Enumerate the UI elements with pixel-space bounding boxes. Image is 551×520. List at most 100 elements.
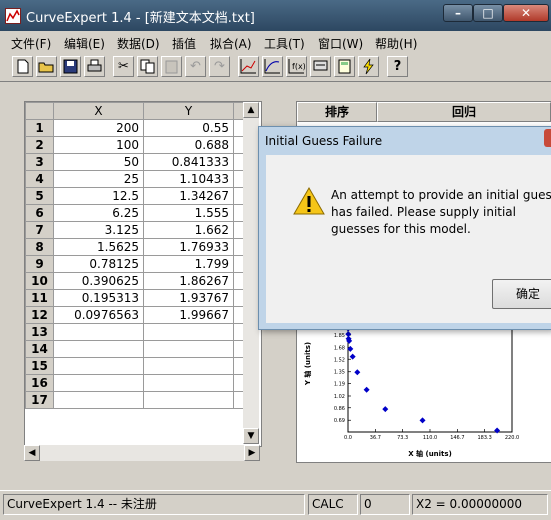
- cell-y[interactable]: 1.34267: [143, 187, 234, 205]
- table-row[interactable]: 6 6.25 1.555: [25, 204, 248, 222]
- row-header[interactable]: 9: [25, 255, 54, 273]
- settings-plot-icon[interactable]: [310, 56, 331, 77]
- title-bar[interactable]: CurveExpert 1.4 - [新建文本文档.txt] – □ ✕: [0, 0, 551, 31]
- cell-y[interactable]: 0.55: [143, 119, 234, 137]
- cell-x[interactable]: 0.0976563: [53, 306, 144, 324]
- row-header[interactable]: 17: [25, 391, 54, 409]
- cell-x[interactable]: 25: [53, 170, 144, 188]
- row-header[interactable]: 7: [25, 221, 54, 239]
- column-header-x[interactable]: X: [53, 102, 144, 120]
- row-header[interactable]: 10: [25, 272, 54, 290]
- table-row[interactable]: 14: [25, 340, 248, 358]
- cell-x[interactable]: 200: [53, 119, 144, 137]
- table-row[interactable]: 17: [25, 391, 248, 409]
- table-row[interactable]: 13: [25, 323, 248, 341]
- cell-y[interactable]: 0.841333: [143, 153, 234, 171]
- calculator-icon[interactable]: [334, 56, 355, 77]
- cut-icon[interactable]: ✂: [113, 56, 134, 77]
- row-header[interactable]: 6: [25, 204, 54, 222]
- row-header[interactable]: 3: [25, 153, 54, 171]
- row-header[interactable]: 11: [25, 289, 54, 307]
- print-icon[interactable]: [84, 56, 105, 77]
- table-row[interactable]: 16: [25, 374, 248, 392]
- table-row[interactable]: 3 50 0.841333: [25, 153, 248, 171]
- dialog-close-button[interactable]: [544, 129, 551, 147]
- cell-y[interactable]: 1.86267: [143, 272, 234, 290]
- menu-file[interactable]: 文件(F): [11, 35, 51, 52]
- row-header[interactable]: 13: [25, 323, 54, 341]
- maximize-button[interactable]: □: [473, 4, 503, 22]
- table-row[interactable]: 8 1.5625 1.76933: [25, 238, 248, 256]
- menu-interpolate[interactable]: 插值: [172, 35, 196, 52]
- minimize-button[interactable]: –: [443, 4, 473, 22]
- cell-x[interactable]: 6.25: [53, 204, 144, 222]
- data-grid[interactable]: X Y 1 200 0.55 2 100 0.688 3 50 0.841333 4 25 1.104…: [24, 101, 262, 447]
- cell-x[interactable]: 0.390625: [53, 272, 144, 290]
- cell-x[interactable]: 12.5: [53, 187, 144, 205]
- cell-y[interactable]: [143, 374, 234, 392]
- menu-window[interactable]: 窗口(W): [318, 35, 363, 52]
- cell-x[interactable]: [53, 391, 144, 409]
- ok-button[interactable]: 确定: [492, 279, 551, 309]
- cell-x[interactable]: [53, 323, 144, 341]
- cell-y[interactable]: 1.799: [143, 255, 234, 273]
- row-header[interactable]: 4: [25, 170, 54, 188]
- table-row[interactable]: 11 0.195313 1.93767: [25, 289, 248, 307]
- copy-icon[interactable]: [137, 56, 158, 77]
- cell-y[interactable]: 1.93767: [143, 289, 234, 307]
- scroll-down-icon[interactable]: ▼: [243, 428, 259, 444]
- help-icon[interactable]: ?: [387, 56, 408, 77]
- row-header[interactable]: 16: [25, 374, 54, 392]
- menu-data[interactable]: 数据(D): [117, 35, 160, 52]
- vertical-scrollbar[interactable]: ▲ ▼: [243, 102, 259, 444]
- curve-plot-icon[interactable]: [262, 56, 283, 77]
- column-header-regression[interactable]: 回归: [377, 102, 551, 122]
- redo-icon[interactable]: ↷: [209, 56, 230, 77]
- cell-y[interactable]: 1.662: [143, 221, 234, 239]
- cell-x[interactable]: 100: [53, 136, 144, 154]
- cell-y[interactable]: 1.555: [143, 204, 234, 222]
- scroll-right-icon[interactable]: ▶: [244, 445, 260, 461]
- scroll-up-icon[interactable]: ▲: [243, 102, 259, 118]
- menu-tools[interactable]: 工具(T): [264, 35, 305, 52]
- cell-y[interactable]: [143, 391, 234, 409]
- table-row[interactable]: 5 12.5 1.34267: [25, 187, 248, 205]
- table-row[interactable]: 12 0.0976563 1.99667: [25, 306, 248, 324]
- table-row[interactable]: 1 200 0.55: [25, 119, 248, 137]
- lightning-icon[interactable]: [358, 56, 379, 77]
- table-row[interactable]: 9 0.78125 1.799: [25, 255, 248, 273]
- scroll-left-icon[interactable]: ◀: [24, 445, 40, 461]
- cell-y[interactable]: 1.10433: [143, 170, 234, 188]
- cell-x[interactable]: 1.5625: [53, 238, 144, 256]
- table-row[interactable]: 4 25 1.10433: [25, 170, 248, 188]
- column-header-y[interactable]: Y: [143, 102, 234, 120]
- row-header[interactable]: 15: [25, 357, 54, 375]
- row-header[interactable]: 1: [25, 119, 54, 137]
- row-header[interactable]: 8: [25, 238, 54, 256]
- row-header[interactable]: 14: [25, 340, 54, 358]
- scatter-plot[interactable]: 1.85 1.68 1.52 1.35 1.19 1.02 0.86 0.69 0.0 36.7 7…: [302, 319, 542, 460]
- undo-icon[interactable]: ↶: [185, 56, 206, 77]
- cell-x[interactable]: 0.78125: [53, 255, 144, 273]
- paste-icon[interactable]: [161, 56, 182, 77]
- horizontal-scrollbar[interactable]: ◀ ▶: [24, 445, 260, 461]
- cell-x[interactable]: 3.125: [53, 221, 144, 239]
- cell-x[interactable]: 0.195313: [53, 289, 144, 307]
- cell-y[interactable]: 1.76933: [143, 238, 234, 256]
- menu-fit[interactable]: 拟合(A): [210, 35, 252, 52]
- close-button[interactable]: ✕: [503, 4, 549, 22]
- menu-edit[interactable]: 编辑(E): [64, 35, 105, 52]
- cell-x[interactable]: [53, 340, 144, 358]
- row-header[interactable]: 5: [25, 187, 54, 205]
- table-row[interactable]: 2 100 0.688: [25, 136, 248, 154]
- table-row[interactable]: 10 0.390625 1.86267: [25, 272, 248, 290]
- line-plot-icon[interactable]: [238, 56, 259, 77]
- cell-y[interactable]: [143, 340, 234, 358]
- fx-plot-icon[interactable]: f(x): [286, 56, 307, 77]
- cell-y[interactable]: 1.99667: [143, 306, 234, 324]
- cell-x[interactable]: 50: [53, 153, 144, 171]
- cell-y[interactable]: [143, 357, 234, 375]
- column-header-rank[interactable]: 排序: [297, 102, 377, 122]
- cell-x[interactable]: [53, 357, 144, 375]
- open-folder-icon[interactable]: [36, 56, 57, 77]
